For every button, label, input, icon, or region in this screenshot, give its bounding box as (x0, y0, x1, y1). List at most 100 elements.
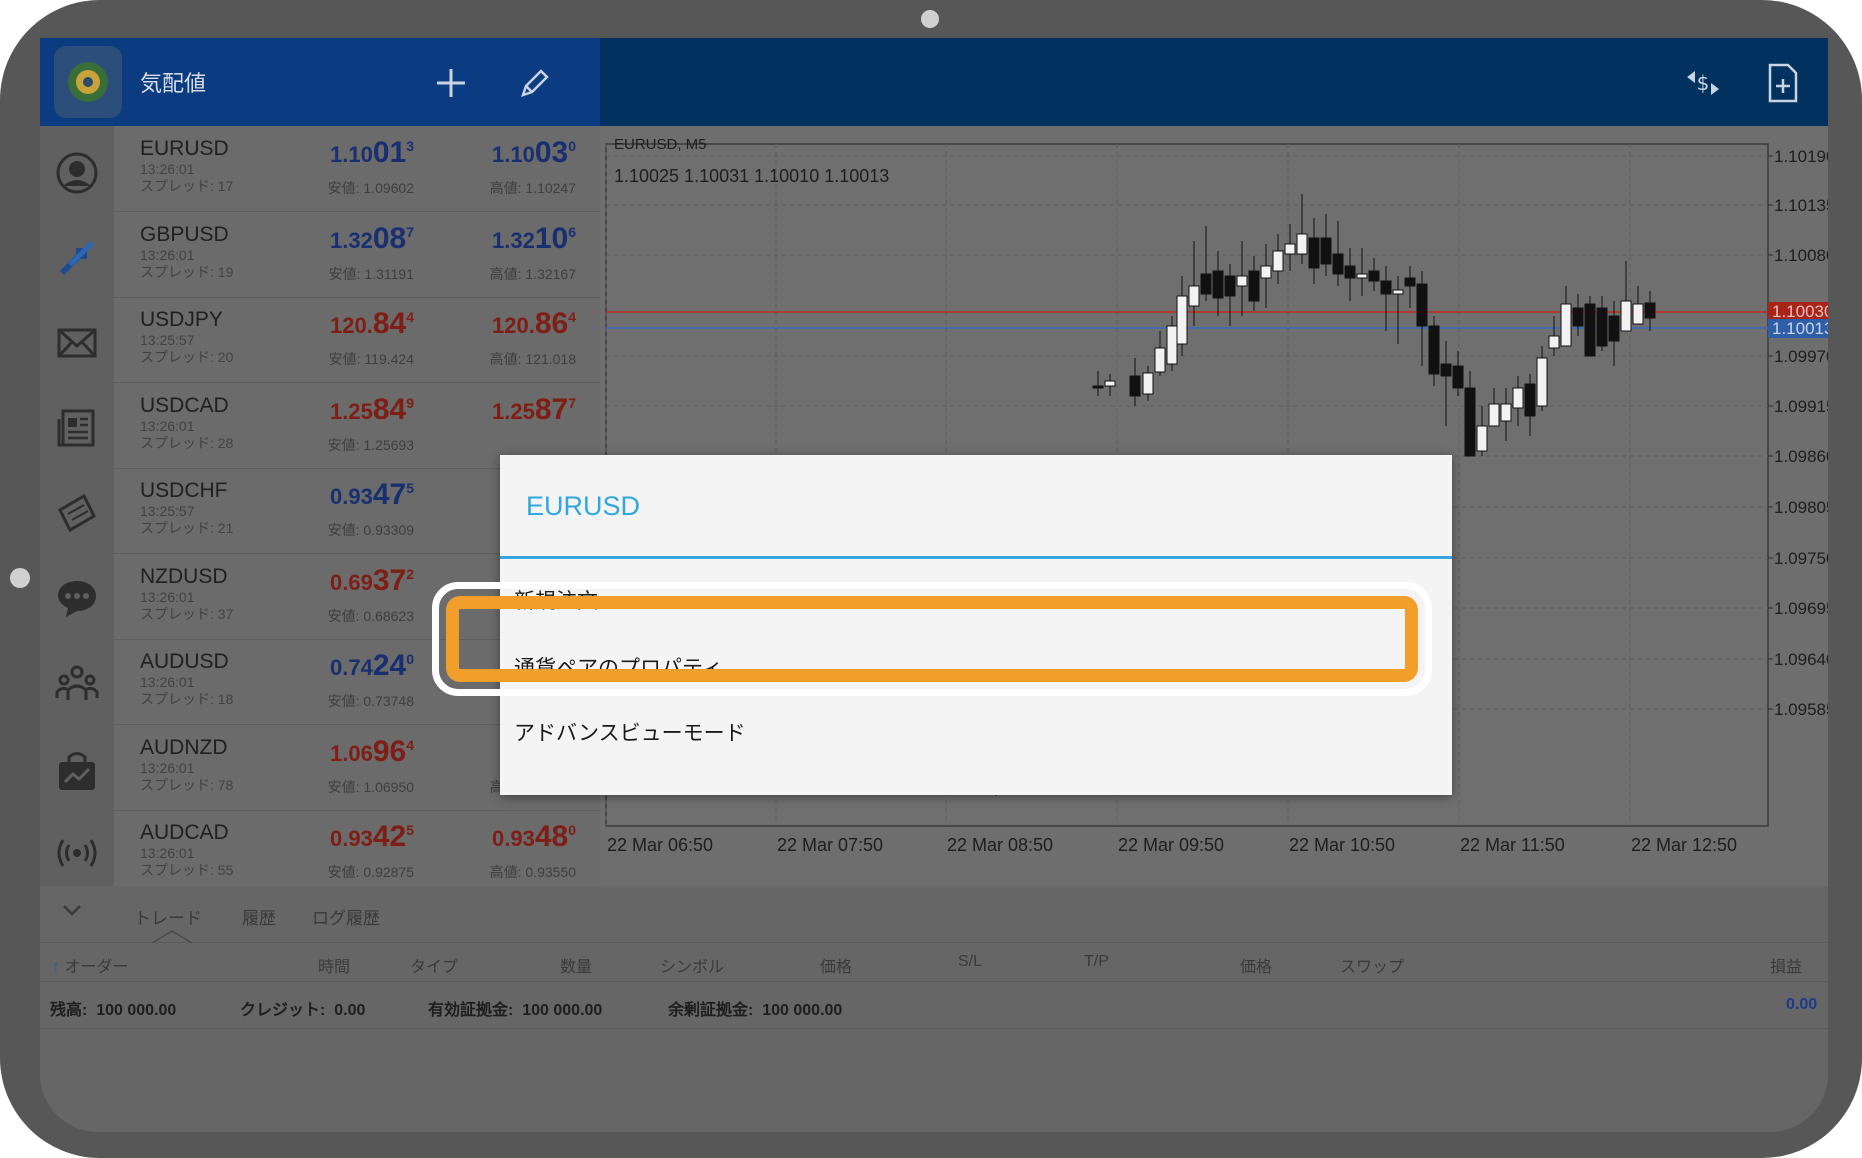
low-price: 安値: 1.09602 (327, 180, 414, 196)
tab-history[interactable]: 履歴 (242, 904, 276, 929)
quote-spread: スプレッド: 18 (140, 691, 234, 707)
low-price: 安値: 0.73748 (327, 693, 414, 709)
svg-text:$: $ (1697, 71, 1710, 95)
edit-symbols-button[interactable] (508, 56, 562, 110)
price-axis-label: 1.09915 (1774, 397, 1828, 416)
news-icon (57, 409, 95, 447)
metatrader-logo-icon[interactable] (54, 46, 122, 118)
candle-body (1632, 303, 1644, 325)
candle-body (1142, 372, 1154, 395)
quote-row-usdjpy[interactable]: USDJPY 13:25:57 スプレッド: 20 120.844 120.864 安値:… (114, 297, 600, 383)
column-header[interactable]: 損益 (1770, 953, 1802, 977)
column-header[interactable]: スワップ (1340, 953, 1404, 977)
candle-body (1320, 237, 1332, 265)
bid-price: 1.06964 (330, 734, 414, 768)
price-axis-label: 1.10080 (1774, 246, 1828, 265)
column-header[interactable]: タイプ (410, 953, 458, 977)
nav-item-signals[interactable] (50, 826, 104, 880)
top-bar-quotes: 気配値 (40, 38, 600, 126)
column-header[interactable]: 価格 (820, 953, 852, 977)
candle-body (1166, 325, 1178, 365)
new-order-button[interactable] (1756, 56, 1810, 110)
chat-bubble-icon (58, 581, 96, 617)
symbol-name: USDCAD (140, 393, 229, 417)
bid-price-label: 1.10013 (1772, 319, 1828, 338)
quote-spread: スプレッド: 19 (140, 263, 234, 280)
bid-price: 0.93425 (330, 820, 414, 853)
candle-body (1392, 289, 1404, 295)
time-axis-label: 22 Mar 09:50 (1118, 835, 1224, 855)
camera-dot (921, 10, 939, 28)
bid-price: 1.32087 (330, 221, 414, 255)
column-header[interactable]: 価格 (1240, 953, 1272, 977)
calendar-icon (58, 493, 96, 533)
column-header[interactable]: T/P (1084, 953, 1109, 971)
price-axis-label: 1.09970 (1774, 347, 1828, 366)
quote-spread: スプレッド: 78 (140, 776, 234, 793)
quote-time: 13:25:57 (140, 503, 195, 519)
add-symbol-button[interactable] (424, 56, 478, 110)
nav-item-news[interactable] (50, 401, 104, 455)
bid-price: 0.93475 (330, 478, 414, 511)
symbol-name: AUDCAD (140, 821, 229, 844)
candle-body (1188, 285, 1200, 307)
nav-item-market[interactable] (50, 744, 104, 798)
dialog-title-divider (500, 556, 1452, 559)
dollar-arrows-icon: $ (1687, 71, 1719, 95)
quote-time: 13:26:01 (140, 417, 195, 434)
candle-body (1620, 300, 1632, 332)
candle-body (1272, 250, 1284, 272)
time-axis-label: 22 Mar 12:50 (1631, 835, 1737, 855)
column-header[interactable]: S/L (958, 953, 982, 971)
candle-body (1296, 233, 1308, 255)
nav-item-trade[interactable] (50, 231, 104, 285)
symbol-name: AUDUSD (140, 650, 229, 673)
quote-time: 13:26:01 (140, 588, 195, 605)
shopping-bag-icon (59, 752, 95, 790)
nav-item-chat[interactable] (50, 571, 104, 625)
price-axis-label: 1.10190 (1774, 147, 1828, 166)
candle-body (1104, 380, 1116, 387)
people-group-icon (55, 665, 99, 700)
bid-price: 120.844 (330, 307, 414, 340)
tab-log-history[interactable]: ログ履歴 (312, 904, 380, 929)
collapse-chevron-icon[interactable] (60, 900, 84, 925)
one-click-trading-button[interactable]: $ (1676, 56, 1730, 110)
time-axis-label: 22 Mar 10:50 (1289, 835, 1395, 855)
quote-row-gbpusd[interactable]: GBPUSD 13:26:01 スプレッド: 19 1.32087 1.32106 安値:… (114, 212, 600, 298)
pencil-icon (521, 69, 549, 97)
toolbox-panel: トレード 履歴 ログ履歴 ↑ オーダー 時間 タイプ 数量 シンボル 価格 S/L T/P 価格… (40, 886, 1828, 1132)
quote-row-eurusd[interactable]: EURUSD 13:26:01 スプレッド: 17 1.10013 1.10030 安値:… (114, 126, 600, 212)
candle-body (1428, 325, 1440, 375)
quote-time: 13:26:01 (140, 759, 195, 776)
ask-price: 1.32106 (492, 221, 576, 255)
candle-body (1548, 335, 1560, 349)
page-title: 気配値 (140, 71, 207, 96)
bid-price: 1.25849 (330, 392, 414, 426)
candle-body (1524, 383, 1536, 417)
nav-item-calendar[interactable] (50, 486, 104, 540)
broadcast-icon (57, 839, 97, 867)
nav-item-mail[interactable] (50, 316, 104, 370)
quote-spread: スプレッド: 21 (140, 520, 234, 536)
nav-item-quotes[interactable] (50, 146, 104, 200)
column-header[interactable]: 時間 (318, 953, 350, 977)
column-header[interactable]: シンボル (660, 953, 724, 977)
price-axis-label: 1.09585 (1774, 700, 1828, 719)
nav-item-community[interactable] (50, 656, 104, 710)
quote-row-audcad[interactable]: AUDCAD 13:26:01 スプレッド: 55 0.93425 0.93480 安値:… (114, 810, 600, 896)
candle-body (1500, 403, 1512, 422)
bid-price: 0.74240 (330, 649, 414, 682)
candle-body (1154, 347, 1166, 373)
candle-body (1512, 387, 1524, 409)
bid-price: 0.69372 (330, 563, 414, 597)
tab-trade[interactable]: トレード (134, 904, 202, 929)
candle-body (1332, 253, 1344, 275)
highlight-orange-border (446, 596, 1418, 682)
column-header[interactable]: 数量 (560, 953, 592, 977)
ask-price: 1.25877 (492, 392, 576, 426)
menu-item-advanced-view[interactable]: アドバンスビューモード (514, 717, 746, 747)
sidebar-nav (40, 126, 114, 886)
symbol-name: USDJPY (140, 308, 223, 331)
column-header[interactable]: ↑ オーダー (52, 953, 128, 977)
